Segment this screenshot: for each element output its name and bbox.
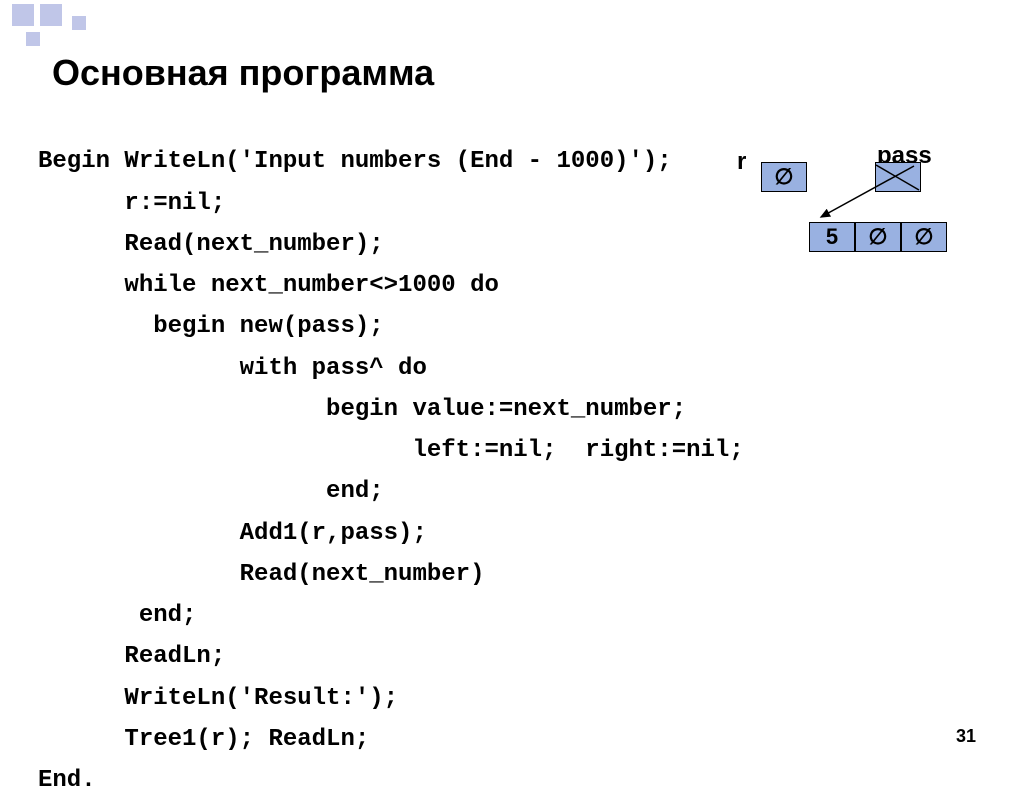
code-line: begin new(pass); xyxy=(38,313,384,340)
code-line: Tree1(r); ReadLn; xyxy=(38,726,369,753)
code-line: WriteLn('Result:'); xyxy=(38,685,398,712)
code-block: Begin WriteLn('Input numbers (End - 1000… xyxy=(38,100,744,802)
code-line: ReadLn; xyxy=(38,643,225,670)
page-number: 31 xyxy=(956,726,976,747)
code-line: Read(next_number) xyxy=(38,561,484,588)
code-line: Read(next_number); xyxy=(38,231,384,258)
code-line: end; xyxy=(38,602,196,629)
code-line: end; xyxy=(38,478,384,505)
code-line: Add1(r,pass); xyxy=(38,520,427,547)
code-line: End. xyxy=(38,767,96,794)
code-line: Begin WriteLn('Input numbers (End - 1000… xyxy=(38,148,672,175)
code-line: begin value:=next_number; xyxy=(38,396,686,423)
pointer-diagram: r pass ∅ 5 ∅ ∅ xyxy=(737,142,987,262)
code-line: while next_number<>1000 do xyxy=(38,272,499,299)
code-line: r:=nil; xyxy=(38,190,225,217)
label-r: r xyxy=(737,148,746,176)
box-r-nil: ∅ xyxy=(761,162,807,192)
code-line: with pass^ do xyxy=(38,355,427,382)
code-line: left:=nil; right:=nil; xyxy=(38,437,744,464)
slide-title: Основная программа xyxy=(52,52,434,94)
pointer-arrow xyxy=(809,162,929,232)
